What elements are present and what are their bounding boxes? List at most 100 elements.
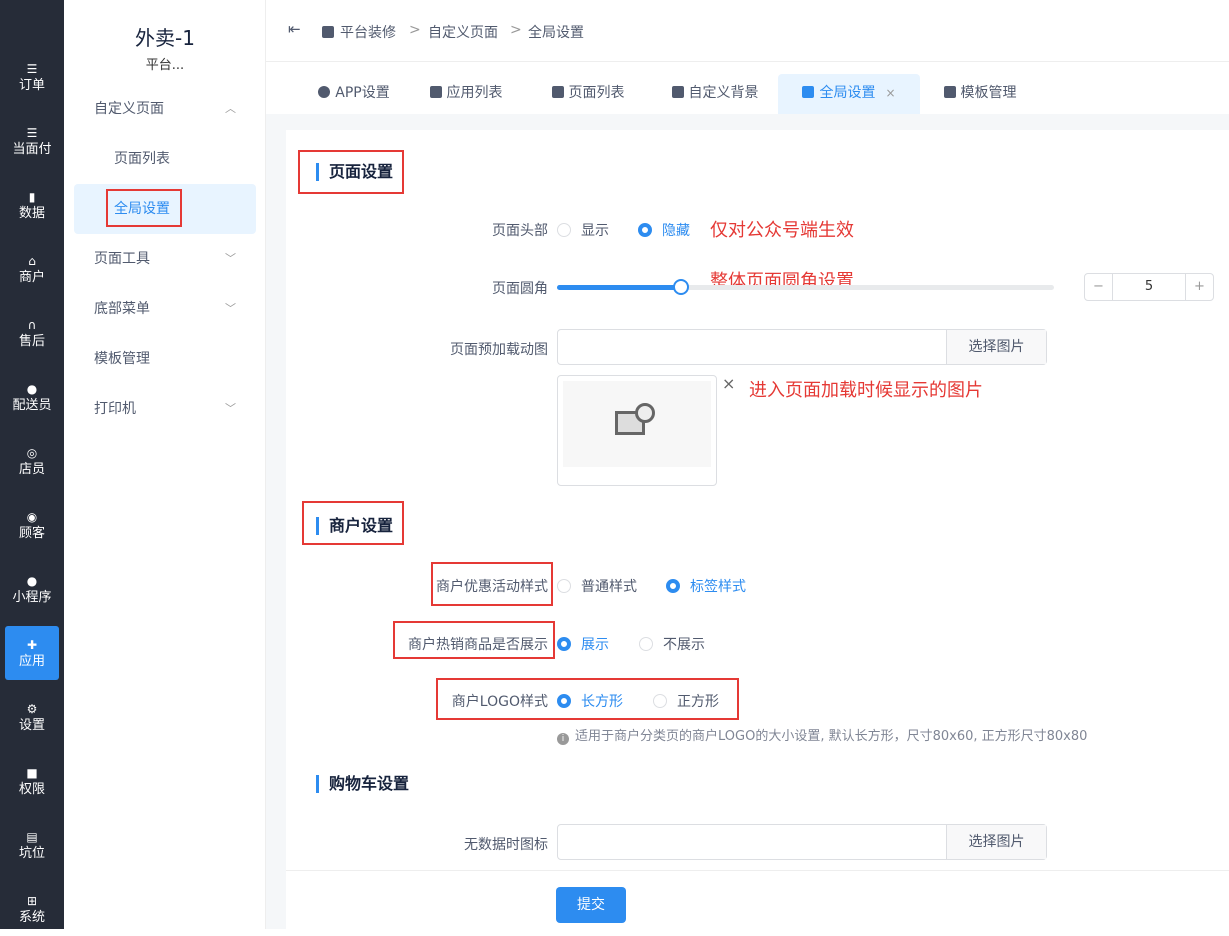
close-icon[interactable]: × (885, 86, 895, 100)
layout-icon (943, 86, 956, 98)
wechat-icon: ● (26, 574, 38, 588)
minus-button[interactable]: − (1085, 274, 1113, 300)
logo-hint: i 适用于商户分类页的商户LOGO的大小设置, 默认长方形，尺寸80x60, 正方… (557, 725, 1087, 745)
headset-icon: ∩ (27, 318, 37, 332)
radius-slider[interactable] (557, 279, 1054, 295)
nav-apps[interactable]: ✚ 应用 (5, 626, 59, 680)
main-sidebar: ☰ 订单 ☰ 当面付 ▮ 数据 ⌂ 商户 ∩ 售后 ● 配送员 ◎ 店员 ◉ 顾客 ● 小程序 ✚… (0, 0, 64, 929)
user-settings-icon: ⚙ (26, 702, 38, 716)
subnav-template-mgmt[interactable]: 模板管理 (74, 334, 256, 384)
app-icon (318, 86, 331, 98)
info-icon: i (557, 733, 569, 745)
slider-fill (557, 285, 682, 290)
store-icon: ⌂ (28, 254, 36, 268)
radio-logo-square[interactable]: 正方形 (653, 691, 719, 711)
report-icon: ▤ (26, 830, 38, 844)
breadcrumb-separator: > (409, 22, 421, 38)
lock-icon: ■ (26, 766, 38, 780)
breadcrumb-item[interactable]: 平台装修 (322, 22, 396, 42)
tab-app-list[interactable]: 应用列表 (416, 74, 516, 114)
nav-face-pay[interactable]: ☰ 当面付 (5, 114, 59, 168)
radio-promo-normal[interactable]: 普通样式 (557, 576, 637, 596)
app-subtitle: 平台... (145, 58, 185, 73)
image-placeholder (563, 381, 711, 467)
content-gutter (266, 114, 286, 929)
tab-page-list[interactable]: 页面列表 (538, 74, 638, 114)
radius-value[interactable]: 5 (1113, 274, 1185, 300)
nav-mini-program[interactable]: ● 小程序 (5, 562, 59, 616)
chevron-down-icon: ﹀ (225, 252, 236, 265)
close-icon[interactable]: × (722, 374, 735, 393)
field-label: 页面圆角 (492, 281, 548, 297)
plus-button[interactable]: + (1185, 274, 1213, 300)
nav-slots[interactable]: ▤ 坑位 (5, 818, 59, 872)
preload-image-input[interactable]: 选择图片 (557, 329, 1047, 365)
nav-customer[interactable]: ◉ 顾客 (5, 498, 59, 552)
section-title: 购物车设置 (316, 775, 409, 793)
nav-merchant[interactable]: ⌂ 商户 (5, 242, 59, 296)
annotation-note: 进入页面加载时候显示的图片 (749, 380, 983, 401)
choose-image-button[interactable]: 选择图片 (946, 825, 1046, 859)
annotation-note: 仅对公众号端生效 (710, 220, 854, 241)
radio-promo-tag[interactable]: 标签样式 (666, 576, 746, 596)
tab-custom-background[interactable]: 自定义背景 (660, 74, 770, 114)
settings-form: 页面设置 页面头部 显示 隐藏 仅对公众号端生效 页面圆角 整体页面圆角设置 −… (286, 130, 1229, 870)
tab-app-settings[interactable]: APP设置 (304, 74, 404, 114)
subnav-custom-page[interactable]: 自定义页面 ︿ (74, 84, 256, 134)
search-icon (635, 403, 655, 423)
nav-staff[interactable]: ◎ 店员 (5, 434, 59, 488)
tab-bar: APP设置 应用列表 页面列表 自定义背景 全局设置 × 模板管理 (266, 62, 1229, 114)
collapse-menu-icon[interactable]: ⇤ (288, 20, 301, 38)
layout-icon (671, 86, 684, 98)
nav-system[interactable]: ⊞ 系统 (5, 882, 59, 936)
sub-sidebar: 外卖-1 平台... 自定义页面 ︿ 页面列表 全局设置 页面工具 ﹀ 底部菜单 ﹀ … (64, 0, 266, 929)
tab-template-mgmt[interactable]: 模板管理 (930, 74, 1030, 114)
subnav-page-list[interactable]: 页面列表 (74, 134, 256, 184)
nav-after-sale[interactable]: ∩ 售后 (5, 306, 59, 360)
radio-hot-hide[interactable]: 不展示 (639, 634, 705, 654)
choose-image-button[interactable]: 选择图片 (946, 330, 1046, 364)
radio-header-hide[interactable]: 隐藏 (638, 220, 690, 240)
customer-icon: ◉ (26, 510, 38, 524)
field-label: 页面预加载动图 (450, 342, 548, 358)
tab-global-settings[interactable]: 全局设置 × (778, 74, 920, 114)
nav-courier[interactable]: ● 配送员 (5, 370, 59, 424)
subnav-bottom-menu[interactable]: 底部菜单 ﹀ (74, 284, 256, 334)
field-label: 商户优惠活动样式 (436, 579, 548, 595)
radius-stepper[interactable]: − 5 + (1084, 273, 1214, 301)
radio-header-show[interactable]: 显示 (557, 220, 609, 240)
breadcrumb-item: 全局设置 (528, 25, 584, 41)
nav-orders[interactable]: ☰ 订单 (5, 50, 59, 104)
nav-data[interactable]: ▮ 数据 (5, 178, 59, 232)
radio-dot (653, 694, 667, 708)
submit-button[interactable]: 提交 (556, 887, 626, 923)
section-title: 商户设置 (316, 517, 393, 535)
radio-dot (666, 579, 680, 593)
radio-dot (557, 637, 571, 651)
list-icon: ☰ (26, 62, 38, 76)
layout-icon (802, 86, 815, 98)
windows-icon: ⊞ (26, 894, 38, 908)
annotation-box (106, 189, 182, 227)
field-label: 商户LOGO样式 (451, 694, 548, 710)
content-gutter (266, 114, 1229, 130)
slider-handle[interactable] (673, 279, 690, 295)
breadcrumb-separator: > (510, 22, 522, 38)
field-label: 页面头部 (492, 223, 548, 239)
apps-icon: ✚ (26, 638, 38, 652)
users-icon: ◎ (26, 446, 38, 460)
field-label: 商户热销商品是否展示 (408, 637, 548, 653)
nav-permissions[interactable]: ■ 权限 (5, 754, 59, 808)
chevron-down-icon: ﹀ (225, 402, 236, 415)
empty-icon-input[interactable]: 选择图片 (557, 824, 1047, 860)
subnav-page-tools[interactable]: 页面工具 ﹀ (74, 234, 256, 284)
subnav-printer[interactable]: 打印机 ﹀ (74, 384, 256, 434)
bar-chart-icon: ▮ (28, 190, 36, 204)
nav-settings[interactable]: ⚙ 设置 (5, 690, 59, 744)
breadcrumb-item[interactable]: 自定义页面 (428, 22, 498, 42)
radio-logo-rect[interactable]: 长方形 (557, 691, 623, 711)
radio-hot-show[interactable]: 展示 (557, 634, 609, 654)
radio-dot (639, 637, 653, 651)
section-title: 页面设置 (316, 163, 393, 181)
app-title: 外卖-1 (135, 26, 195, 50)
